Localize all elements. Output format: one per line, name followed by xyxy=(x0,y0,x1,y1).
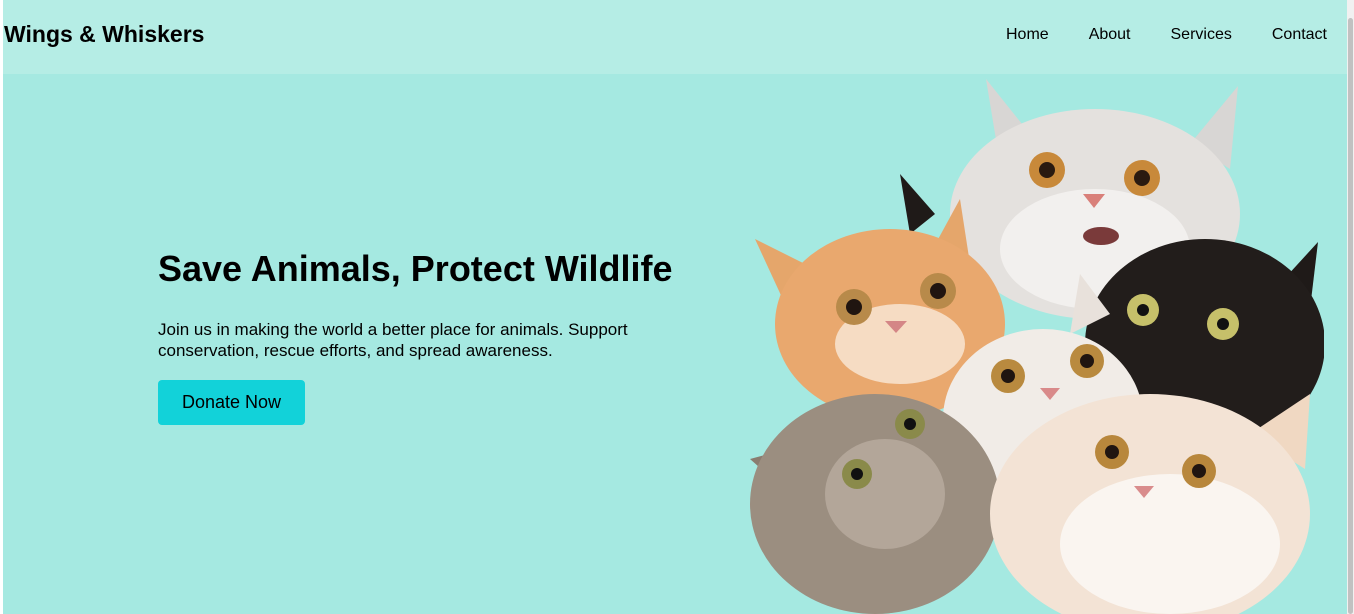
scrollbar-thumb[interactable] xyxy=(1348,18,1353,614)
cats-image xyxy=(750,79,1324,614)
donate-button[interactable]: Donate Now xyxy=(158,380,305,425)
page: Wings & Whiskers Home About Services Con… xyxy=(3,0,1347,614)
header: Wings & Whiskers Home About Services Con… xyxy=(3,0,1347,74)
hero-title: Save Animals, Protect Wildlife xyxy=(158,248,673,289)
nav-services-link[interactable]: Services xyxy=(1171,26,1232,44)
main-nav: Home About Services Contact xyxy=(1006,26,1327,44)
hero-description: Join us in making the world a better pla… xyxy=(158,320,628,360)
nav-contact-link[interactable]: Contact xyxy=(1272,26,1327,44)
site-brand[interactable]: Wings & Whiskers xyxy=(4,21,204,48)
nav-home-link[interactable]: Home xyxy=(1006,26,1049,44)
nav-about-link[interactable]: About xyxy=(1089,26,1131,44)
page-scrollbar[interactable] xyxy=(1347,0,1354,614)
